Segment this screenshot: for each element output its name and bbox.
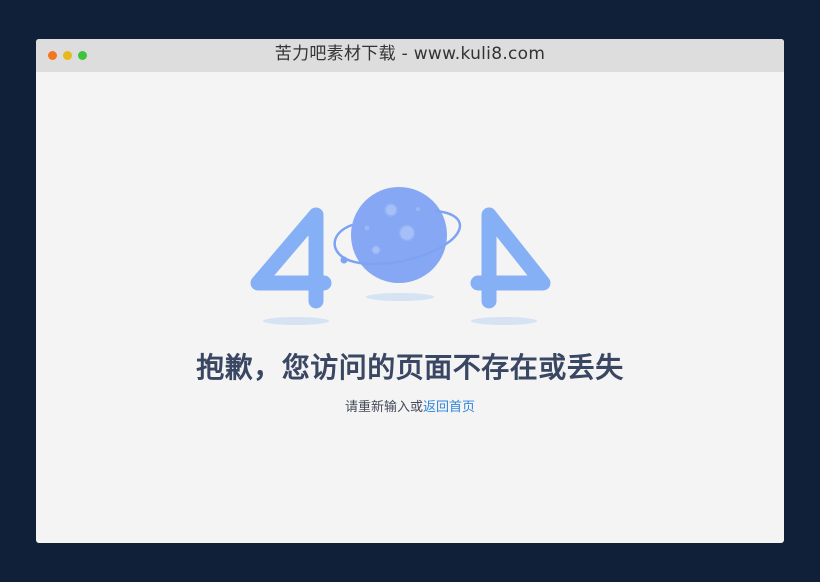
digit-shadow (263, 317, 329, 325)
hint-text: 请重新输入或 (344, 400, 423, 415)
back-to-home-link[interactable]: 返回首页 (423, 400, 475, 415)
error-hint: 请重新输入或返回首页 (36, 396, 784, 415)
browser-window: 苦力吧素材下载 - www.kuli8.com 抱歉，您访问的页面不存在或丢失 … (36, 39, 784, 543)
error-404-illustration (250, 187, 551, 325)
error-headline: 抱歉，您访问的页面不存在或丢失 (196, 351, 624, 384)
planet-shadow (366, 293, 434, 301)
planet-zero (333, 187, 462, 286)
digit-shadow (471, 317, 537, 325)
digit-four-right (470, 207, 551, 309)
digit-four-left (250, 207, 332, 309)
